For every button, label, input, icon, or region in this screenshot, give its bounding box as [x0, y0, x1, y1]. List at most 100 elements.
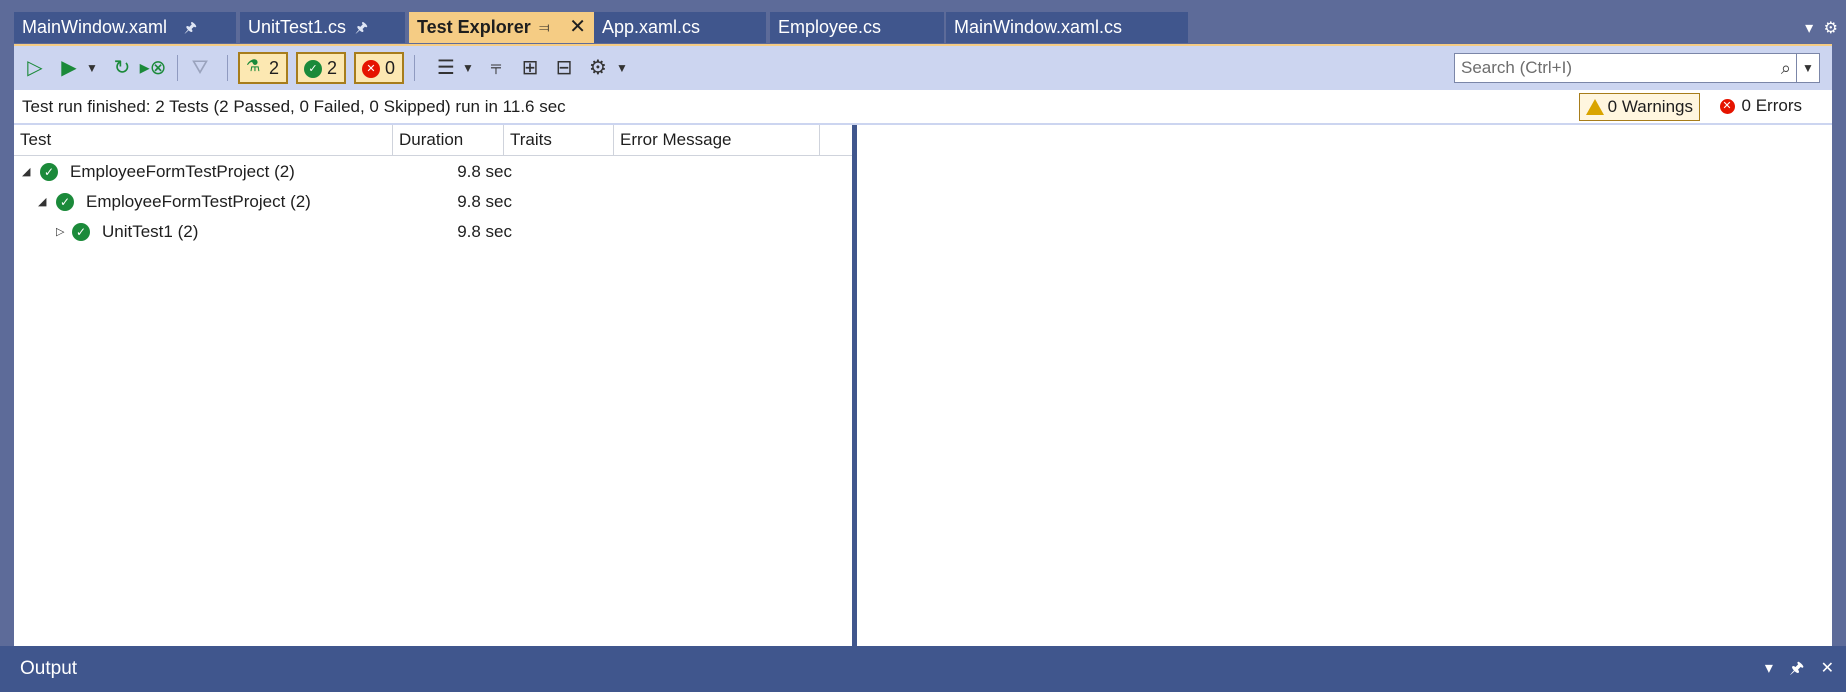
tab-label: UnitTest1.cs — [248, 17, 347, 37]
run-dropdown-button[interactable]: ▼ — [84, 46, 100, 90]
output-title: Output — [20, 658, 78, 679]
chevron-down-icon[interactable]: ▾ — [1765, 660, 1773, 677]
warnings-label: 0 Warnings — [1607, 97, 1693, 116]
tab-label: App.xaml.cs — [602, 17, 701, 37]
tab-unittest1-cs[interactable]: UnitTest1.cs 🖈︎ — [240, 12, 405, 43]
failed-tests-count: 0 — [384, 58, 395, 78]
error-icon: ✕ — [1719, 99, 1735, 114]
test-duration: 9.8 sec — [457, 192, 512, 211]
test-run-status-bar: Test run finished: 2 Tests (2 Passed, 0 … — [14, 90, 1832, 125]
table-row[interactable]: ◢ ✓ EmployeeFormTestProject (2) 9.8 sec — [14, 188, 852, 216]
collapse-all-icon: ⊟ — [555, 57, 573, 79]
tab-label: Employee.cs — [778, 17, 882, 37]
passed-check-icon: ✓ — [72, 223, 90, 241]
gear-icon[interactable]: ⚙ — [1824, 20, 1838, 37]
collapse-arrow-icon[interactable]: ◢ — [38, 188, 46, 216]
search-options-dropdown[interactable]: ▼ — [1796, 54, 1819, 82]
output-panel-header[interactable]: Output ▾ 🖈︎ ✕ — [0, 646, 1846, 692]
tab-test-explorer[interactable]: Test Explorer ⫤ ✕ — [409, 12, 594, 43]
warnings-button[interactable]: 0 Warnings — [1578, 93, 1700, 121]
tab-strip-icons: ▾ ⚙ — [1799, 18, 1838, 38]
filter-button[interactable]: ⛛ — [186, 46, 214, 90]
filter-icon: ⛛ — [191, 57, 209, 79]
run-failed-tests-button[interactable]: ▸⊗ — [138, 46, 168, 90]
toolbar-separator — [177, 55, 178, 81]
total-tests-counter[interactable]: ⚗ 2 — [238, 52, 288, 84]
expand-all-button[interactable]: ⊞ — [516, 46, 544, 90]
expand-all-icon: ⊞ — [521, 57, 539, 79]
test-list: Test Duration Traits Error Message ◢ ✓ E… — [14, 125, 852, 646]
column-label: Error Message — [620, 130, 732, 149]
tab-label: Test Explorer — [417, 17, 531, 37]
total-tests-count: 2 — [268, 58, 279, 78]
playlist-icon: ☰ — [437, 57, 455, 79]
run-tests-button[interactable]: ▶ — [54, 46, 84, 90]
expand-arrow-icon[interactable]: ▷ — [56, 218, 64, 246]
test-duration: 9.8 sec — [457, 162, 512, 181]
pin-icon[interactable]: 🖈︎ — [355, 12, 368, 43]
playlist-button[interactable]: ☰ — [432, 46, 460, 90]
test-name: UnitTest1 (2) — [102, 222, 199, 241]
settings-dropdown-button[interactable]: ▼ — [614, 46, 630, 90]
repeat-last-run-button[interactable]: ↻ — [108, 46, 136, 90]
run-all-icon: ▷ — [27, 57, 43, 79]
column-header-error-message[interactable]: Error Message — [614, 125, 820, 155]
close-icon[interactable]: ✕ — [569, 12, 586, 43]
collapse-arrow-icon[interactable]: ◢ — [22, 158, 30, 186]
test-explorer-window: ▷ ▶ ▼ ↻ ▸⊗ ⛛ ⚗ 2 ✓ 2 ✕ 0 ☰ ▼ ⫧ ⊞ ⊟ ⚙ ▼ S… — [14, 44, 1832, 646]
tab-list-dropdown-icon[interactable]: ▾ — [1805, 20, 1813, 37]
tab-mainwindow-xaml[interactable]: MainWindow.xaml 🖈︎ — [14, 12, 236, 43]
test-duration: 9.8 sec — [457, 222, 512, 241]
errors-label: 0 Errors — [1741, 96, 1802, 115]
table-row[interactable]: ▷ ✓ UnitTest1 (2) 9.8 sec — [14, 218, 852, 246]
play-icon: ▶ — [61, 57, 77, 79]
toolbar-separator — [227, 55, 228, 81]
warning-icon — [1585, 99, 1604, 115]
playlist-dropdown-button[interactable]: ▼ — [460, 46, 476, 90]
failed-tests-counter[interactable]: ✕ 0 — [354, 52, 404, 84]
settings-button[interactable]: ⚙ — [584, 46, 612, 90]
tab-label: MainWindow.xaml — [22, 17, 168, 37]
gear-icon: ⚙ — [589, 57, 607, 79]
passed-check-icon: ✓ — [304, 60, 322, 78]
passed-tests-count: 2 — [326, 58, 337, 78]
table-row[interactable]: ◢ ✓ EmployeeFormTestProject (2) 9.8 sec — [14, 158, 852, 186]
output-panel-icons: ▾ 🖈︎ ✕ — [1753, 646, 1834, 692]
passed-check-icon: ✓ — [56, 193, 74, 211]
errors-button[interactable]: ✕ 0 Errors — [1716, 93, 1802, 121]
column-label: Duration — [399, 130, 464, 149]
collapse-all-button[interactable]: ⊟ — [550, 46, 578, 90]
test-name: EmployeeFormTestProject (2) — [86, 192, 311, 211]
document-tab-strip: MainWindow.xaml 🖈︎ UnitTest1.cs 🖈︎ Test … — [0, 0, 1846, 44]
run-all-tests-button[interactable]: ▷ — [20, 46, 50, 90]
search-icon[interactable]: ⌕ — [1781, 54, 1791, 82]
repeat-icon: ↻ — [113, 57, 131, 79]
pin-icon[interactable]: 🖈︎ — [184, 12, 197, 43]
column-label: Test — [20, 130, 52, 149]
search-placeholder: Search (Ctrl+I) — [1461, 58, 1572, 77]
run-failed-icon: ▸⊗ — [139, 57, 167, 79]
tab-employee-cs[interactable]: Employee.cs — [770, 12, 944, 43]
close-icon[interactable]: ✕ — [1821, 660, 1834, 677]
pin-icon[interactable]: 🖈︎ — [1789, 660, 1804, 677]
passed-tests-counter[interactable]: ✓ 2 — [296, 52, 346, 84]
tab-app-xaml-cs[interactable]: App.xaml.cs — [594, 12, 766, 43]
chevron-down-icon: ▼ — [462, 61, 474, 75]
flask-icon: ⚗ — [246, 58, 261, 75]
hierarchy-icon: ⫧ — [490, 57, 502, 79]
test-list-header: Test Duration Traits Error Message — [14, 125, 852, 156]
chevron-down-icon: ▼ — [616, 61, 628, 75]
chevron-down-icon: ▼ — [86, 61, 98, 75]
column-header-duration[interactable]: Duration — [393, 125, 504, 155]
pin-icon[interactable]: ⫤ — [539, 12, 550, 43]
failed-x-icon: ✕ — [362, 60, 380, 78]
group-by-button[interactable]: ⫧ — [482, 46, 510, 90]
test-detail-pane — [857, 125, 1832, 646]
search-input[interactable]: Search (Ctrl+I) ⌕ ▼ — [1454, 53, 1820, 83]
test-name: EmployeeFormTestProject (2) — [70, 162, 295, 181]
test-explorer-toolbar: ▷ ▶ ▼ ↻ ▸⊗ ⛛ ⚗ 2 ✓ 2 ✕ 0 ☰ ▼ ⫧ ⊞ ⊟ ⚙ ▼ S… — [14, 46, 1832, 90]
column-header-test[interactable]: Test — [14, 125, 393, 155]
column-header-traits[interactable]: Traits — [504, 125, 614, 155]
column-label: Traits — [510, 130, 552, 149]
tab-mainwindow-xaml-cs[interactable]: MainWindow.xaml.cs — [946, 12, 1188, 43]
